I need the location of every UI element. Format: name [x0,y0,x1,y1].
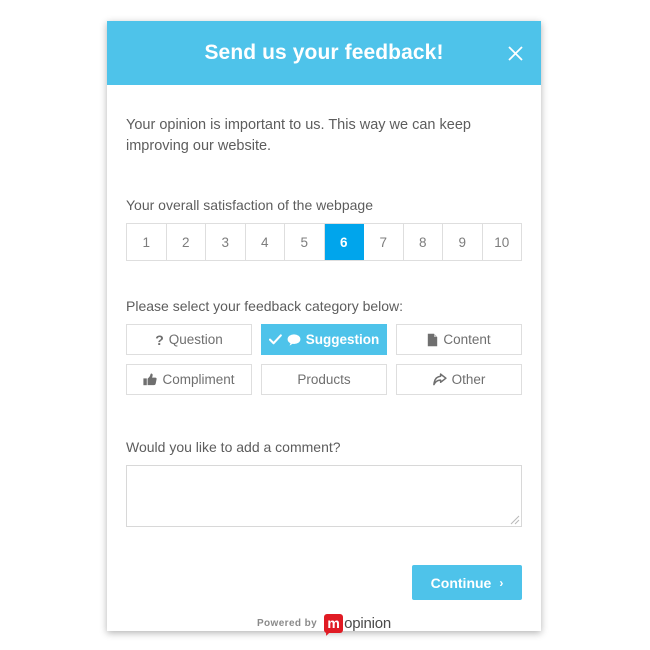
rating-option-9[interactable]: 9 [443,224,483,260]
mopinion-logo-letter: m [327,615,340,631]
powered-by-label: Powered by [256,618,318,629]
intro-text: Your opinion is important to us. This wa… [126,117,471,154]
rating-option-3[interactable]: 3 [206,224,246,260]
mopinion-logo[interactable]: m opinion [324,614,391,633]
category-button-label: Compliment [162,372,235,387]
comment-input[interactable] [126,465,522,527]
category-button-label: Content [443,332,491,347]
footer-branding: Powered by m opinion [126,614,522,633]
continue-button[interactable]: Continue › [412,565,522,600]
rating-option-8[interactable]: 8 [403,224,443,260]
category-button-suggestion[interactable]: Suggestion [261,324,387,355]
chevron-right-icon: › [499,575,504,590]
question-mark-icon: ? [155,331,164,348]
category-options: ? Question Suggestion Content Compliment… [126,324,522,395]
category-button-compliment[interactable]: Compliment [126,364,252,395]
document-icon [427,333,438,347]
category-button-products[interactable]: Products [261,364,387,395]
close-icon[interactable] [501,39,529,67]
category-button-label: Products [297,372,351,387]
page-title: Send us your feedback! [204,41,444,64]
check-icon [268,334,282,345]
thumbs-up-icon [143,373,158,386]
rating-option-7[interactable]: 7 [364,224,404,260]
category-label: Please select your feedback category bel… [126,298,404,314]
modal-header: Send us your feedback! [107,21,541,85]
speech-bubble-icon [287,333,301,346]
rating-option-6[interactable]: 6 [324,224,364,260]
category-button-content[interactable]: Content [396,324,522,355]
category-button-other[interactable]: Other [396,364,522,395]
category-button-label: Other [451,372,486,387]
mopinion-logo-mark-icon: m [324,614,344,633]
feedback-modal: Send us your feedback! Your opinion is i… [107,21,541,633]
share-arrow-icon [432,373,447,386]
continue-button-label: Continue [430,574,492,591]
rating-option-4[interactable]: 4 [245,224,285,260]
rating-option-10[interactable]: 10 [482,224,521,260]
rating-scale: 1 2 3 4 5 6 7 8 9 10 [126,223,522,261]
rating-option-2[interactable]: 2 [166,224,206,260]
mopinion-logo-word: opinion [344,615,392,632]
rating-label: Your overall satisfaction of the webpage [126,197,373,213]
category-button-question[interactable]: ? Question [126,324,252,355]
rating-option-5[interactable]: 5 [285,224,325,260]
category-button-label: Suggestion [305,332,380,347]
modal-body: Your opinion is important to us. This wa… [107,85,541,633]
rating-option-1[interactable]: 1 [127,224,167,260]
comment-label: Would you like to add a comment? [126,439,341,455]
comment-field-wrapper [126,465,522,527]
category-button-label: Question [168,332,223,347]
actions-row: Continue › [126,565,522,600]
page-background: Send us your feedback! Your opinion is i… [0,0,650,650]
